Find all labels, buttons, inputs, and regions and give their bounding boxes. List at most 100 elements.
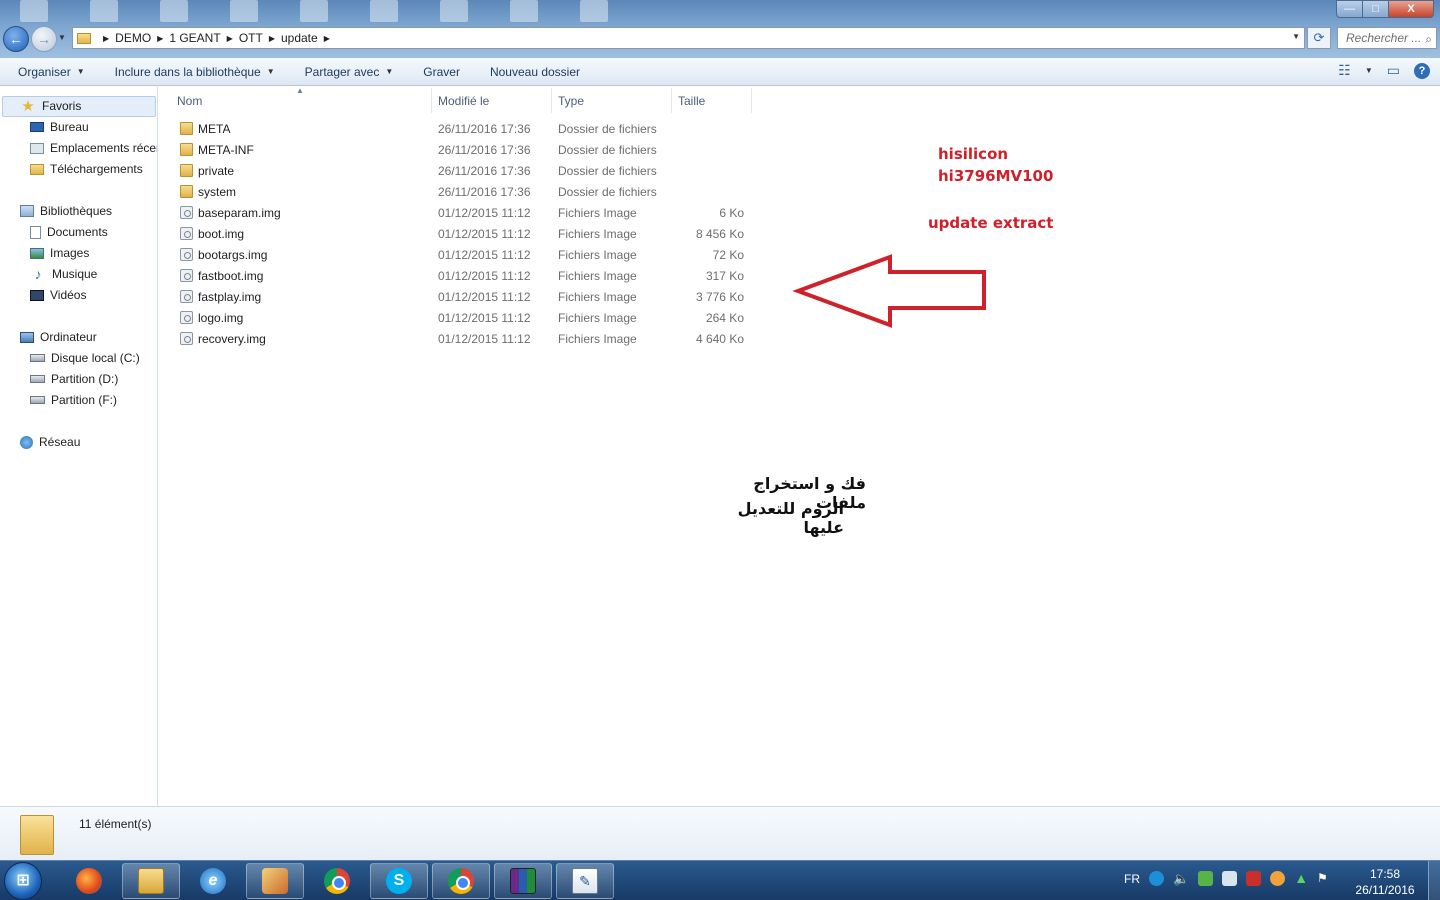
nav-item-pictures[interactable]: Images <box>30 246 89 260</box>
nav-item-drive-f[interactable]: Partition (F:) <box>30 393 117 407</box>
file-row-boot[interactable]: boot.img 01/12/2015 11:12 Fichiers Image… <box>172 224 752 244</box>
file-row-baseparam[interactable]: baseparam.img 01/12/2015 11:12 Fichiers … <box>172 203 752 223</box>
nav-item-videos[interactable]: Vidéos <box>30 288 86 302</box>
taskbar-skype[interactable]: S <box>370 863 428 899</box>
file-date: 01/12/2015 11:12 <box>438 227 531 241</box>
file-row-bootargs[interactable]: bootargs.img 01/12/2015 11:12 Fichiers I… <box>172 245 752 265</box>
breadcrumb-ott[interactable]: OTT <box>239 31 263 45</box>
nav-item-music[interactable]: ♪ Musique <box>30 266 98 282</box>
flag-icon[interactable]: ⚑ <box>1317 871 1328 886</box>
nav-label: Documents <box>47 225 108 239</box>
file-size: 3 776 Ko <box>695 290 744 304</box>
breadcrumb-demo[interactable]: DEMO <box>115 31 151 45</box>
file-date: 01/12/2015 11:12 <box>438 332 531 346</box>
chrome-icon <box>448 868 474 894</box>
breadcrumb-update[interactable]: update <box>281 31 318 45</box>
network-tray-icon[interactable] <box>1222 871 1238 886</box>
taskbar-firefox[interactable] <box>60 863 118 899</box>
address-bar[interactable]: ▶ DEMO ▶ 1 GEANT ▶ OTT ▶ update ▶ ▼ <box>72 27 1305 49</box>
nav-label: Bureau <box>50 120 89 134</box>
address-dropdown[interactable]: ▼ <box>1292 32 1300 41</box>
nav-item-documents[interactable]: Documents <box>30 225 108 239</box>
nav-item-downloads[interactable]: Téléchargements <box>30 162 143 176</box>
taskbar-paint[interactable] <box>246 863 304 899</box>
nav-item-desktop[interactable]: Bureau <box>30 120 89 134</box>
organize-button[interactable]: Organiser ▼ <box>18 65 85 79</box>
volume-icon[interactable]: 🔈 <box>1173 871 1189 886</box>
breadcrumb-1-geant[interactable]: 1 GEANT <box>169 31 220 45</box>
include-library-button[interactable]: Inclure dans la bibliothèque ▼ <box>115 65 275 79</box>
chevron-right-icon[interactable]: ▶ <box>103 34 109 43</box>
caret-down-icon[interactable]: ▼ <box>1365 66 1373 75</box>
close-button[interactable]: X <box>1388 0 1434 18</box>
refresh-button[interactable]: ⟳ <box>1307 27 1331 49</box>
taskbar-winrar[interactable] <box>494 863 552 899</box>
file-type: Dossier de fichiers <box>558 164 657 178</box>
file-name: META-INF <box>198 143 254 157</box>
taskbar-notepad[interactable]: ✎ <box>556 863 614 899</box>
security-icon[interactable] <box>1149 871 1164 886</box>
nav-item-favorites[interactable]: ★ Favoris <box>20 98 81 115</box>
chevron-right-icon[interactable]: ▶ <box>324 34 330 43</box>
downloads-icon <box>30 163 44 175</box>
command-bar: Organiser ▼ Inclure dans la bibliothèque ▼… <box>0 58 1440 86</box>
recent-pages-dropdown[interactable]: ▼ <box>58 33 66 42</box>
search-input[interactable]: Rechercher ... ⌕ <box>1337 27 1437 49</box>
column-header-size[interactable]: Taille <box>672 88 752 113</box>
shield-icon[interactable] <box>1246 871 1262 886</box>
file-date: 01/12/2015 11:12 <box>438 269 531 283</box>
taskbar-chrome[interactable] <box>308 863 366 899</box>
chevron-right-icon[interactable]: ▶ <box>269 34 275 43</box>
video-icon <box>30 289 44 301</box>
maximize-button[interactable]: □ <box>1362 0 1388 18</box>
show-desktop-button[interactable] <box>1428 861 1440 900</box>
drive-icon <box>30 354 45 362</box>
file-row-fastplay[interactable]: fastplay.img 01/12/2015 11:12 Fichiers I… <box>172 287 752 307</box>
nav-item-drive-d[interactable]: Partition (D:) <box>30 372 118 386</box>
caret-down-icon: ▼ <box>385 67 394 76</box>
file-name: boot.img <box>198 227 245 241</box>
forward-button[interactable]: → <box>31 26 57 52</box>
include-library-label: Inclure dans la bibliothèque <box>114 64 261 79</box>
taskbar-chrome-window[interactable] <box>432 863 490 899</box>
update-icon[interactable] <box>1198 871 1214 886</box>
start-button[interactable]: ⊞ <box>4 862 42 900</box>
nav-item-computer[interactable]: Ordinateur <box>20 330 97 344</box>
column-header-type[interactable]: Type <box>552 88 672 113</box>
minimize-button[interactable]: — <box>1336 0 1362 18</box>
file-row-fastboot[interactable]: fastboot.img 01/12/2015 11:12 Fichiers I… <box>172 266 752 286</box>
nav-item-drive-c[interactable]: Disque local (C:) <box>30 351 140 365</box>
file-type: Fichiers Image <box>558 332 637 346</box>
preview-pane-icon[interactable]: ▭ <box>1387 62 1400 79</box>
clock[interactable]: 17:58 26/11/2016 <box>1352 866 1418 898</box>
back-button[interactable]: ← <box>3 26 29 52</box>
nav-item-network[interactable]: Réseau <box>20 435 80 449</box>
nav-label: Ordinateur <box>40 330 97 344</box>
file-row-meta-inf[interactable]: META-INF 26/11/2016 17:36 Dossier de fic… <box>172 140 752 160</box>
view-options-icon[interactable]: ☷ <box>1338 62 1351 79</box>
nav-item-recent[interactable]: Emplacements récents <box>30 141 157 155</box>
taskbar-explorer[interactable] <box>122 863 180 899</box>
a-icon[interactable]: ▲ <box>1294 871 1308 886</box>
new-folder-button[interactable]: Nouveau dossier <box>490 65 580 79</box>
column-header-modified[interactable]: Modifié le <box>432 88 552 113</box>
file-row-system[interactable]: system 26/11/2016 17:36 Dossier de fichi… <box>172 182 752 202</box>
search-placeholder: Rechercher ... <box>1346 31 1422 45</box>
nav-item-libraries[interactable]: Bibliothèques <box>20 204 112 218</box>
burn-button[interactable]: Graver <box>423 65 460 79</box>
firefox-icon <box>76 868 102 894</box>
file-row-recovery[interactable]: recovery.img 01/12/2015 11:12 Fichiers I… <box>172 329 752 349</box>
disk-image-icon <box>180 332 193 345</box>
chevron-right-icon[interactable]: ▶ <box>157 34 163 43</box>
file-row-private[interactable]: private 26/11/2016 17:36 Dossier de fich… <box>172 161 752 181</box>
taskbar-ie[interactable]: e <box>184 863 242 899</box>
chevron-right-icon[interactable]: ▶ <box>227 34 233 43</box>
share-button[interactable]: Partager avec ▼ <box>305 65 394 79</box>
file-row-meta[interactable]: META 26/11/2016 17:36 Dossier de fichier… <box>172 119 752 139</box>
nav-label: Emplacements récents <box>50 141 157 155</box>
disk-image-icon <box>180 269 193 282</box>
file-row-logo[interactable]: logo.img 01/12/2015 11:12 Fichiers Image… <box>172 308 752 328</box>
avast-icon[interactable] <box>1270 871 1286 886</box>
language-indicator[interactable]: FR <box>1124 872 1140 886</box>
help-icon[interactable]: ? <box>1414 62 1430 79</box>
